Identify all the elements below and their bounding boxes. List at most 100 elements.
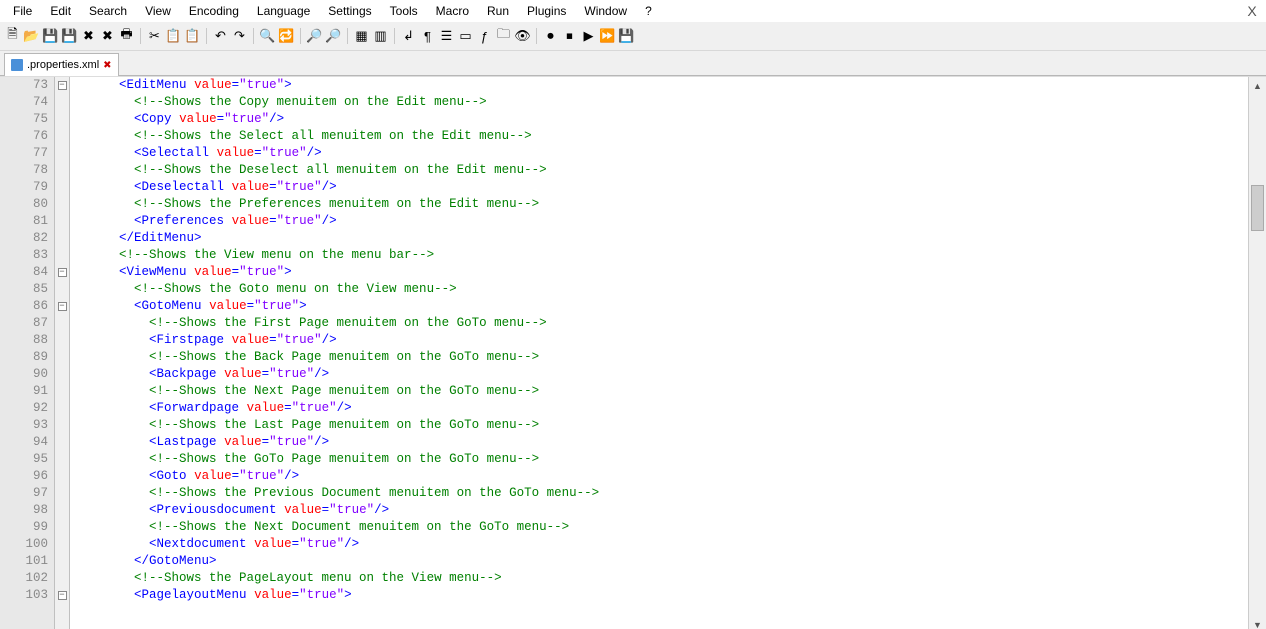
menu-item-tools[interactable]: Tools xyxy=(381,2,427,20)
code-line[interactable]: <Forwardpage value="true"/> xyxy=(74,400,1248,417)
paste-icon[interactable]: 📋 xyxy=(184,28,201,45)
window-close-button[interactable]: X xyxy=(1238,3,1266,19)
menu-item-encoding[interactable]: Encoding xyxy=(180,2,248,20)
code-line[interactable]: <!--Shows the Copy menuitem on the Edit … xyxy=(74,94,1248,111)
function-list-icon[interactable]: ƒ xyxy=(476,28,493,45)
code-line[interactable]: <Lastpage value="true"/> xyxy=(74,434,1248,451)
copy-icon[interactable]: 📋 xyxy=(165,28,182,45)
fold-empty xyxy=(55,553,69,570)
monitor-icon[interactable]: 👁 xyxy=(514,28,531,45)
menu-item-[interactable]: ? xyxy=(636,2,661,20)
code-line[interactable]: <Selectall value="true"/> xyxy=(74,145,1248,162)
cut-icon[interactable]: ✂ xyxy=(146,28,163,45)
code-line[interactable]: <!--Shows the View menu on the menu bar-… xyxy=(74,247,1248,264)
stop-macro-icon[interactable]: ⏹ xyxy=(561,28,578,45)
play-macro-icon[interactable]: ▶ xyxy=(580,28,597,45)
menu-item-edit[interactable]: Edit xyxy=(41,2,80,20)
code-line[interactable]: </EditMenu> xyxy=(74,230,1248,247)
close-file-icon[interactable]: ✖ xyxy=(80,28,97,45)
vertical-scrollbar[interactable]: ▲ ▼ xyxy=(1248,77,1266,629)
fold-empty xyxy=(55,94,69,111)
fold-empty xyxy=(55,349,69,366)
code-line[interactable]: <PagelayoutMenu value="true"> xyxy=(74,587,1248,604)
show-all-chars-icon[interactable]: ¶ xyxy=(419,28,436,45)
line-number-gutter: 7374757677787980818283848586878889909192… xyxy=(0,77,55,629)
replace-icon[interactable]: 🔁 xyxy=(278,28,295,45)
scroll-up-arrow-icon[interactable]: ▲ xyxy=(1249,77,1266,94)
play-macro-multi-icon[interactable]: ⏩ xyxy=(599,28,616,45)
save-all-icon[interactable]: 💾 xyxy=(61,28,78,45)
menu-item-file[interactable]: File xyxy=(4,2,41,20)
new-file-icon[interactable]: 🗎 xyxy=(4,28,21,45)
fold-empty xyxy=(55,179,69,196)
tab-properties-xml[interactable]: .properties.xml ✖ xyxy=(4,53,119,76)
fold-toggle-icon[interactable]: − xyxy=(55,77,69,94)
menu-item-window[interactable]: Window xyxy=(575,2,636,20)
menu-item-run[interactable]: Run xyxy=(478,2,518,20)
code-line[interactable]: </GotoMenu> xyxy=(74,553,1248,570)
folder-as-workspace-icon[interactable]: 🗀 xyxy=(495,28,512,45)
redo-icon[interactable]: ↷ xyxy=(231,28,248,45)
toolbar: 🗎📂💾💾✖✖🖶✂📋📋↶↷🔍🔁🔎🔎▦▥↲¶☰▭ƒ🗀👁⏺⏹▶⏩💾 xyxy=(0,22,1266,51)
fold-toggle-icon[interactable]: − xyxy=(55,298,69,315)
code-line[interactable]: <Backpage value="true"/> xyxy=(74,366,1248,383)
code-line[interactable]: <Preferences value="true"/> xyxy=(74,213,1248,230)
sync-h-icon[interactable]: ▥ xyxy=(372,28,389,45)
sync-v-icon[interactable]: ▦ xyxy=(353,28,370,45)
code-line[interactable]: <!--Shows the Goto menu on the View menu… xyxy=(74,281,1248,298)
code-line[interactable]: <EditMenu value="true"> xyxy=(74,77,1248,94)
save-macro-icon[interactable]: 💾 xyxy=(618,28,635,45)
toolbar-divider xyxy=(206,28,207,44)
code-line[interactable]: <!--Shows the PageLayout menu on the Vie… xyxy=(74,570,1248,587)
code-line[interactable]: <!--Shows the Next Page menuitem on the … xyxy=(74,383,1248,400)
menu-item-view[interactable]: View xyxy=(136,2,180,20)
scroll-down-arrow-icon[interactable]: ▼ xyxy=(1249,616,1266,629)
fold-empty xyxy=(55,128,69,145)
code-line[interactable]: <Goto value="true"/> xyxy=(74,468,1248,485)
menu-item-language[interactable]: Language xyxy=(248,2,319,20)
undo-icon[interactable]: ↶ xyxy=(212,28,229,45)
code-line[interactable]: <!--Shows the Preferences menuitem on th… xyxy=(74,196,1248,213)
find-icon[interactable]: 🔍 xyxy=(259,28,276,45)
code-line[interactable]: <!--Shows the Deselect all menuitem on t… xyxy=(74,162,1248,179)
code-line[interactable]: <!--Shows the GoTo Page menuitem on the … xyxy=(74,451,1248,468)
indent-guide-icon[interactable]: ☰ xyxy=(438,28,455,45)
code-line[interactable]: <!--Shows the Back Page menuitem on the … xyxy=(74,349,1248,366)
scroll-thumb[interactable] xyxy=(1251,185,1264,231)
fold-toggle-icon[interactable]: − xyxy=(55,264,69,281)
line-number: 84 xyxy=(0,264,48,281)
code-line[interactable]: <!--Shows the Previous Document menuitem… xyxy=(74,485,1248,502)
record-macro-icon[interactable]: ⏺ xyxy=(542,28,559,45)
fold-toggle-icon[interactable]: − xyxy=(55,587,69,604)
zoom-in-icon[interactable]: 🔎 xyxy=(306,28,323,45)
wordwrap-icon[interactable]: ↲ xyxy=(400,28,417,45)
code-line[interactable]: <Previousdocument value="true"/> xyxy=(74,502,1248,519)
code-area[interactable]: <EditMenu value="true"> <!--Shows the Co… xyxy=(70,77,1248,629)
menu-item-plugins[interactable]: Plugins xyxy=(518,2,575,20)
line-number: 96 xyxy=(0,468,48,485)
code-line[interactable]: <!--Shows the Select all menuitem on the… xyxy=(74,128,1248,145)
code-line[interactable]: <!--Shows the Last Page menuitem on the … xyxy=(74,417,1248,434)
line-number: 89 xyxy=(0,349,48,366)
open-file-icon[interactable]: 📂 xyxy=(23,28,40,45)
code-line[interactable]: <Copy value="true"/> xyxy=(74,111,1248,128)
code-line[interactable]: <GotoMenu value="true"> xyxy=(74,298,1248,315)
code-line[interactable]: <ViewMenu value="true"> xyxy=(74,264,1248,281)
doc-map-icon[interactable]: ▭ xyxy=(457,28,474,45)
code-line[interactable]: <Firstpage value="true"/> xyxy=(74,332,1248,349)
toolbar-divider xyxy=(394,28,395,44)
print-icon[interactable]: 🖶 xyxy=(118,28,135,45)
menu-item-settings[interactable]: Settings xyxy=(319,2,380,20)
code-line[interactable]: <Deselectall value="true"/> xyxy=(74,179,1248,196)
code-line[interactable]: <!--Shows the First Page menuitem on the… xyxy=(74,315,1248,332)
code-line[interactable]: <Nextdocument value="true"/> xyxy=(74,536,1248,553)
menu-item-macro[interactable]: Macro xyxy=(427,2,478,20)
save-file-icon[interactable]: 💾 xyxy=(42,28,59,45)
zoom-out-icon[interactable]: 🔎 xyxy=(325,28,342,45)
close-all-icon[interactable]: ✖ xyxy=(99,28,116,45)
fold-empty xyxy=(55,213,69,230)
line-number: 75 xyxy=(0,111,48,128)
tab-close-icon[interactable]: ✖ xyxy=(103,60,111,71)
code-line[interactable]: <!--Shows the Next Document menuitem on … xyxy=(74,519,1248,536)
menu-item-search[interactable]: Search xyxy=(80,2,136,20)
